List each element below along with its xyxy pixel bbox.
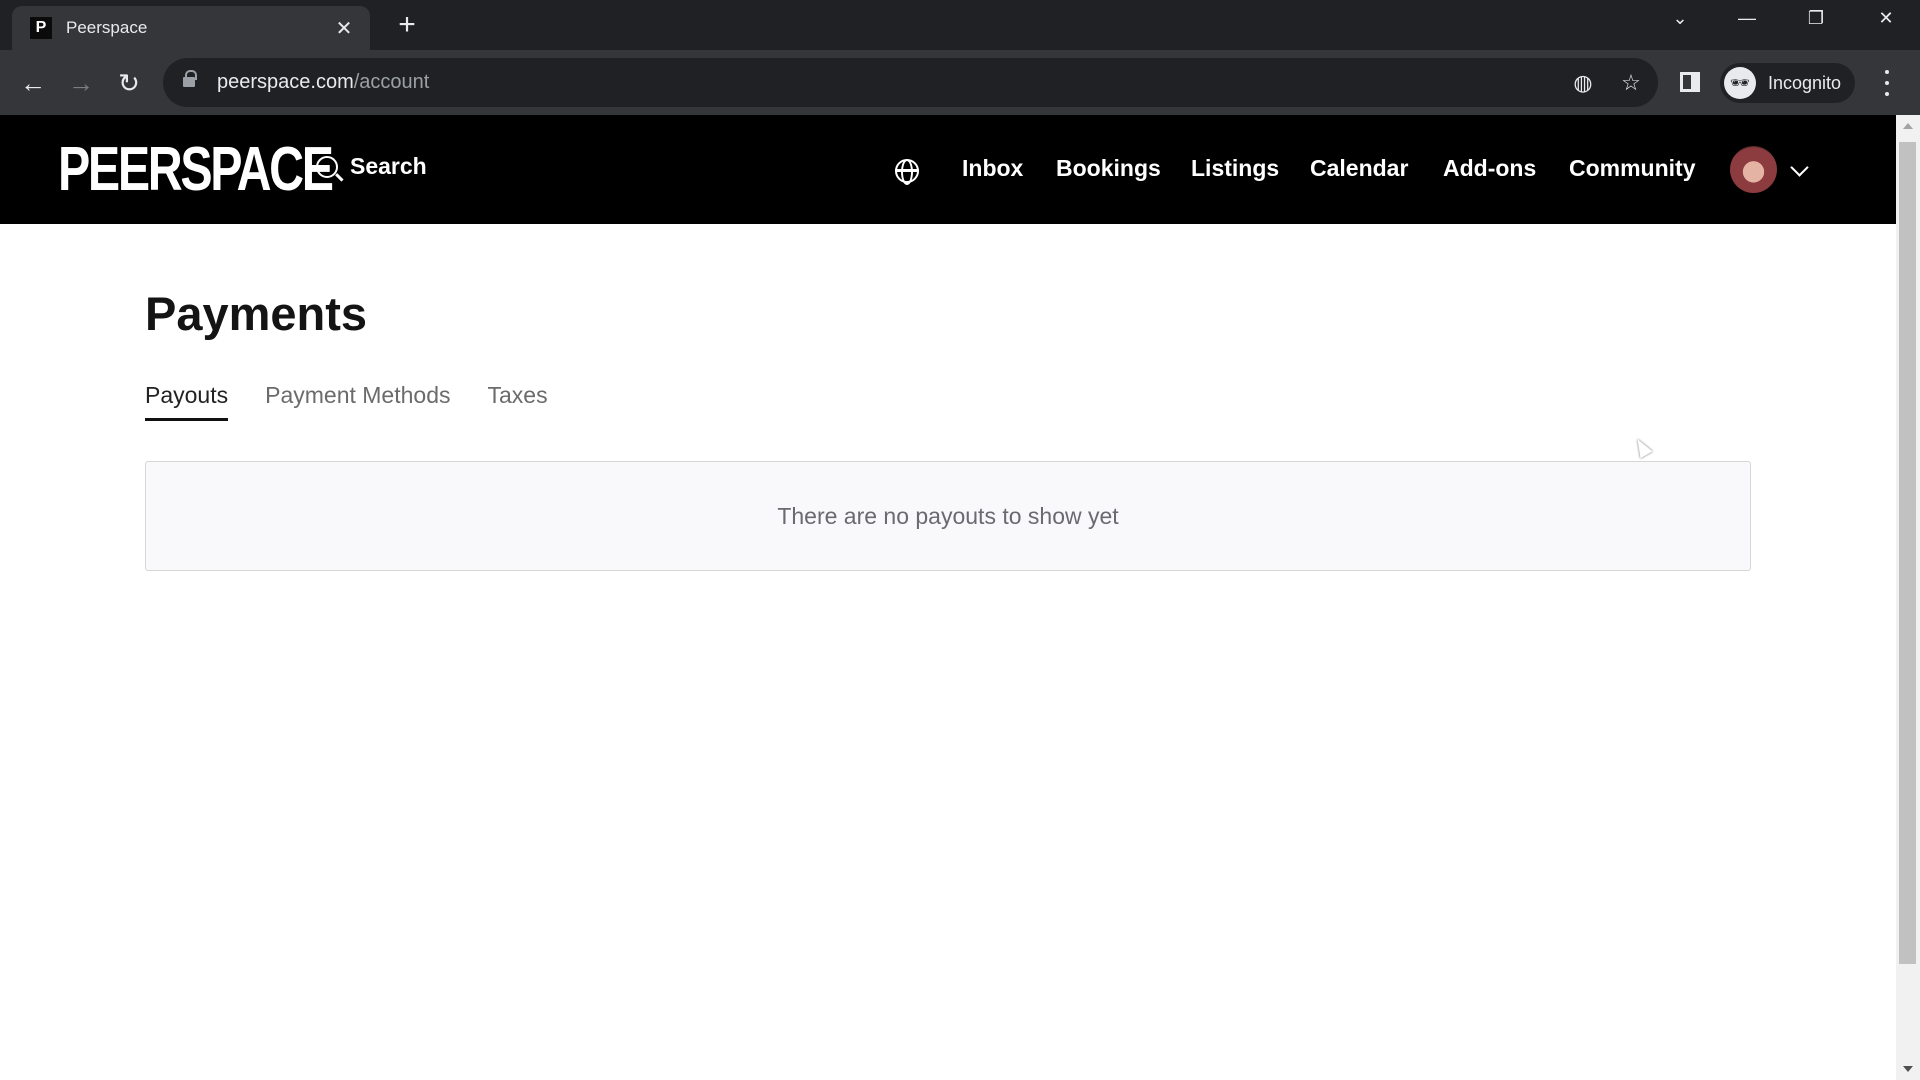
search-icon xyxy=(316,155,338,178)
browser-tab[interactable]: P Peerspace ✕ xyxy=(12,6,370,50)
payouts-empty-state: There are no payouts to show yet xyxy=(145,461,1751,571)
forward-arrow-icon[interactable]: → xyxy=(63,65,99,101)
page-scrollbar[interactable] xyxy=(1896,115,1920,1080)
tracking-protection-eye-icon[interactable]: ◍ xyxy=(1570,70,1596,96)
close-window-icon[interactable]: ✕ xyxy=(1866,8,1906,29)
avatar[interactable] xyxy=(1730,146,1777,193)
site-header: PEERSPACE Search Inbox Bookings Listings… xyxy=(0,115,1896,224)
reload-icon[interactable]: ↻ xyxy=(111,65,147,101)
minimize-icon[interactable]: — xyxy=(1727,8,1767,29)
nav-inbox[interactable]: Inbox xyxy=(962,155,1023,182)
tab-title: Peerspace xyxy=(66,18,148,37)
nav-add-ons[interactable]: Add-ons xyxy=(1443,155,1536,182)
nav-bookings[interactable]: Bookings xyxy=(1056,155,1161,182)
tab-search-icon[interactable]: ⌄ xyxy=(1660,8,1700,29)
mouse-cursor-icon xyxy=(1631,435,1653,459)
tab-taxes[interactable]: Taxes xyxy=(487,382,547,421)
bookmark-star-icon[interactable]: ☆ xyxy=(1618,70,1644,96)
address-bar[interactable]: peerspace.com/account ◍ ☆ xyxy=(163,58,1658,107)
browser-toolbar: ← → ↻ peerspace.com/account ◍ ☆ 🕶 Incogn… xyxy=(0,50,1920,115)
browser-tab-strip: P Peerspace ✕ + ⌄ — ❐ ✕ xyxy=(0,0,1920,50)
nav-listings[interactable]: Listings xyxy=(1191,155,1279,182)
back-arrow-icon[interactable]: ← xyxy=(15,65,51,101)
scrollbar-thumb[interactable] xyxy=(1899,142,1916,964)
payments-tabs: Payouts Payment Methods Taxes xyxy=(145,382,585,421)
search-button[interactable]: Search xyxy=(316,153,427,180)
new-tab-button[interactable]: + xyxy=(392,10,422,40)
close-tab-icon[interactable]: ✕ xyxy=(334,16,354,41)
peerspace-favicon-icon: P xyxy=(30,17,52,39)
scroll-down-arrow-icon[interactable] xyxy=(1903,1066,1913,1072)
url-path: /account xyxy=(353,71,430,93)
url-host: peerspace.com xyxy=(217,71,354,93)
tab-payouts[interactable]: Payouts xyxy=(145,382,229,421)
side-panel-icon[interactable] xyxy=(1680,72,1700,92)
empty-state-message: There are no payouts to show yet xyxy=(777,502,1119,529)
tab-payment-methods[interactable]: Payment Methods xyxy=(265,382,450,421)
peerspace-logo[interactable]: PEERSPACE xyxy=(58,139,334,201)
search-label: Search xyxy=(350,153,427,179)
restore-icon[interactable]: ❐ xyxy=(1796,8,1836,29)
lock-icon[interactable] xyxy=(183,69,197,90)
chevron-down-icon[interactable] xyxy=(1790,158,1809,177)
nav-calendar[interactable]: Calendar xyxy=(1310,155,1408,182)
globe-icon[interactable] xyxy=(895,159,919,185)
browser-menu-icon[interactable] xyxy=(1878,70,1896,96)
scroll-up-arrow-icon[interactable] xyxy=(1903,123,1913,129)
nav-community[interactable]: Community xyxy=(1569,155,1696,182)
incognito-profile-button[interactable]: 🕶 Incognito xyxy=(1720,63,1855,103)
page-title: Payments xyxy=(145,287,368,340)
incognito-icon: 🕶 xyxy=(1724,67,1756,99)
incognito-label: Incognito xyxy=(1768,72,1842,93)
